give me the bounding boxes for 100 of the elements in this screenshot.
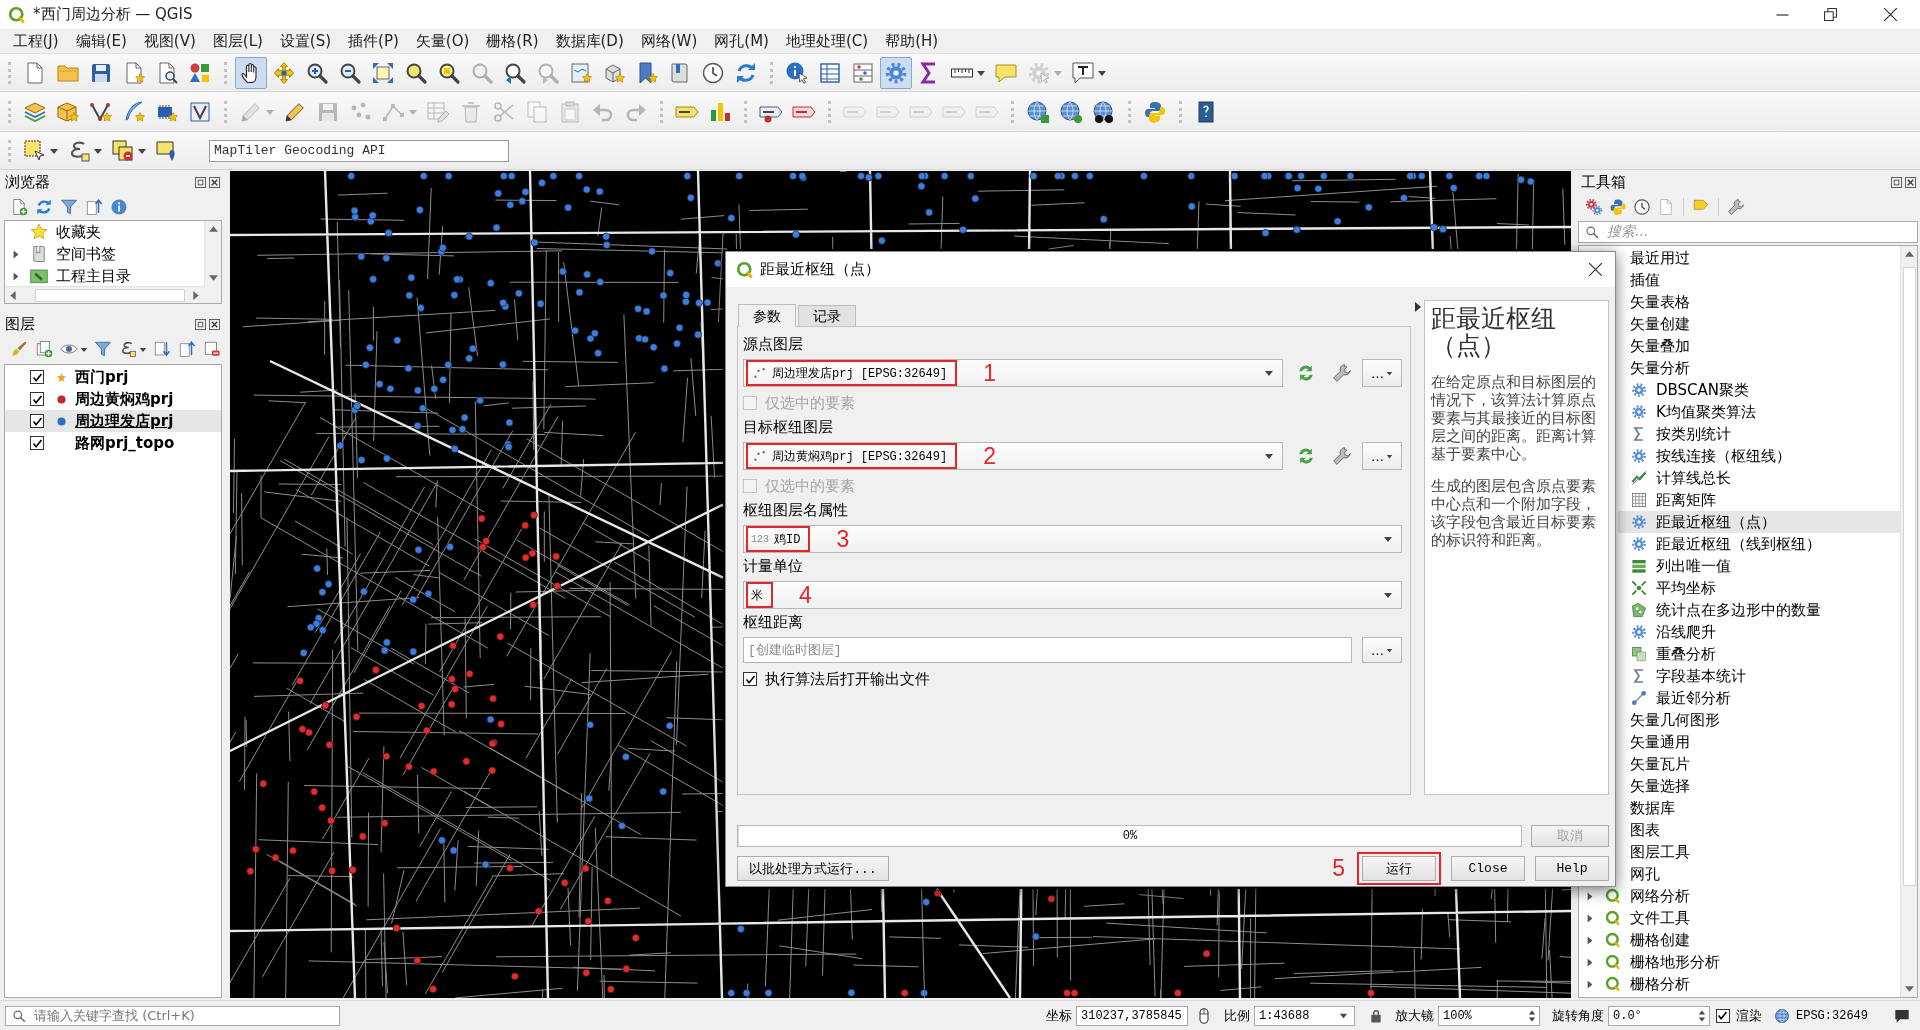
tree-item[interactable]: 栅格地形分析 bbox=[1579, 951, 1900, 973]
tree-item[interactable]: 计算线总长 bbox=[1618, 467, 1900, 489]
scroll-up-icon[interactable] bbox=[1904, 251, 1914, 257]
globe-icon[interactable] bbox=[1025, 99, 1050, 124]
render-checkbox[interactable] bbox=[1716, 1008, 1730, 1023]
tree-item[interactable]: 按类别统计 bbox=[1618, 423, 1900, 445]
menu-item[interactable]: 插件(P) bbox=[339, 31, 408, 51]
tree-item[interactable]: 矢量选择 bbox=[1618, 775, 1900, 797]
dialog-button[interactable]: Help bbox=[1535, 856, 1609, 881]
tree-item[interactable]: 文件工具 bbox=[1579, 907, 1900, 929]
crs-button[interactable]: EPSG:32649 bbox=[1774, 1007, 1868, 1024]
page-minus-icon[interactable] bbox=[202, 340, 221, 358]
refresh-icon[interactable] bbox=[34, 198, 53, 216]
menu-item[interactable]: 工程(J) bbox=[4, 31, 68, 51]
python-icon[interactable] bbox=[1609, 198, 1627, 216]
wrench-icon[interactable] bbox=[1332, 363, 1352, 383]
menu-item[interactable]: 编辑(E) bbox=[67, 31, 136, 51]
expand-arrows-icon[interactable] bbox=[370, 60, 395, 85]
undock-icon[interactable] bbox=[195, 318, 206, 330]
output-field[interactable]: [创建临时图层] bbox=[743, 637, 1352, 663]
page-up-arrow-icon[interactable] bbox=[84, 198, 103, 216]
filter-icon[interactable] bbox=[93, 340, 112, 358]
info-cursor-icon[interactable] bbox=[784, 60, 809, 85]
expand-arrow-icon[interactable] bbox=[12, 249, 20, 259]
layer-checkbox[interactable] bbox=[30, 414, 44, 428]
dropdown[interactable]: 123 鸡ID 3 bbox=[743, 525, 1402, 553]
more-button[interactable]: … bbox=[1362, 359, 1402, 387]
tree-item[interactable]: 数据库 bbox=[1618, 797, 1900, 819]
tree-item[interactable]: 平均坐标 bbox=[1618, 577, 1900, 599]
tree-item[interactable]: 插值 bbox=[1618, 269, 1900, 291]
more-button[interactable]: … bbox=[1362, 637, 1402, 663]
dropdown[interactable]: 米 4 bbox=[743, 581, 1402, 609]
clock-icon[interactable] bbox=[1633, 198, 1651, 216]
scroll-down-icon[interactable] bbox=[208, 275, 218, 281]
scrollbar-thumb[interactable] bbox=[35, 288, 185, 302]
tab[interactable]: 参数 bbox=[738, 304, 796, 327]
caret-icon[interactable] bbox=[1386, 646, 1393, 654]
close-icon[interactable] bbox=[209, 318, 220, 330]
expand-arrow-icon[interactable] bbox=[1586, 891, 1594, 901]
spin-arrows-icon[interactable] bbox=[1528, 1008, 1536, 1023]
python-icon[interactable] bbox=[1142, 99, 1167, 124]
deselect-icon[interactable] bbox=[110, 138, 135, 163]
expand-arrow-icon[interactable] bbox=[1586, 913, 1594, 923]
scroll-up-icon[interactable] bbox=[208, 226, 218, 232]
layer-item[interactable]: 路网prj_topo bbox=[5, 432, 221, 454]
tree-item[interactable]: 图表 bbox=[1618, 819, 1900, 841]
tree-item[interactable]: 距最近枢纽（线到枢纽） bbox=[1618, 533, 1900, 555]
tree-item[interactable]: K均值聚类算法 bbox=[1618, 401, 1900, 423]
page-up-arrow-icon[interactable] bbox=[177, 340, 196, 358]
add-group-icon[interactable] bbox=[34, 340, 53, 358]
wrench-icon[interactable] bbox=[1727, 198, 1745, 216]
tree-item[interactable]: 收藏夹 bbox=[5, 221, 204, 243]
tree-item[interactable]: 矢量表格 bbox=[1618, 291, 1900, 313]
tree-item[interactable]: 空间书签 bbox=[5, 243, 204, 265]
table-icon[interactable] bbox=[817, 60, 842, 85]
caret-icon[interactable] bbox=[1264, 368, 1274, 378]
scrollbar[interactable] bbox=[5, 286, 204, 303]
scrollbar-thumb[interactable] bbox=[1902, 267, 1916, 886]
caret-icon[interactable] bbox=[1386, 369, 1393, 377]
menu-item[interactable]: 地理处理(C) bbox=[777, 31, 877, 51]
tree-item[interactable]: 栅格分析 bbox=[1579, 973, 1900, 995]
caret-icon[interactable] bbox=[1264, 451, 1274, 461]
magnifier-spinbox[interactable]: 100% bbox=[1438, 1005, 1540, 1026]
tree-item[interactable]: 距离矩阵 bbox=[1618, 489, 1900, 511]
mouse-icon[interactable] bbox=[1196, 1006, 1212, 1025]
layer-item[interactable]: 周边黄焖鸡prj bbox=[5, 388, 221, 410]
close-icon[interactable] bbox=[209, 176, 220, 188]
text-bubble-icon[interactable] bbox=[1070, 60, 1095, 85]
globe-icon[interactable] bbox=[1058, 99, 1083, 124]
globe-binoculars-icon[interactable] bbox=[1091, 99, 1116, 124]
tree-item[interactable]: 按线连接（枢纽线） bbox=[1618, 445, 1900, 467]
four-arrows-icon[interactable] bbox=[271, 60, 296, 85]
layer-checkbox[interactable] bbox=[30, 392, 44, 406]
tree-item[interactable]: 矢量分析 bbox=[1618, 357, 1900, 379]
tab[interactable]: 记录 bbox=[798, 305, 856, 326]
caret-icon[interactable] bbox=[1386, 452, 1393, 460]
tree-item[interactable]: 沿线爬升 bbox=[1618, 621, 1900, 643]
scroll-left-icon[interactable] bbox=[10, 290, 16, 300]
tree-item[interactable]: 矢量叠加 bbox=[1618, 335, 1900, 357]
menu-item[interactable]: 视图(V) bbox=[135, 31, 205, 51]
layer-item[interactable]: 周边理发店prj bbox=[5, 410, 221, 432]
layer-checkbox[interactable] bbox=[30, 436, 44, 450]
dropdown[interactable]: 周边黄焖鸡prj [EPSG:32649] 2 bbox=[743, 442, 1283, 470]
tree-item[interactable]: 图层工具 bbox=[1618, 841, 1900, 863]
gears-icon[interactable] bbox=[1585, 198, 1603, 216]
clock-icon[interactable] bbox=[700, 60, 725, 85]
vertex-frame-icon[interactable] bbox=[187, 99, 212, 124]
tree-item[interactable]: 矢量创建 bbox=[1618, 313, 1900, 335]
tree-item[interactable]: 列出唯一值 bbox=[1618, 555, 1900, 577]
locator-field[interactable]: 请输入关键字查找 (Ctrl+K) bbox=[5, 1005, 340, 1026]
expand-arrow-icon[interactable] bbox=[1586, 979, 1594, 989]
scroll-right-icon[interactable] bbox=[193, 290, 199, 300]
tree-item[interactable]: 栅格创建 bbox=[1579, 929, 1900, 951]
dialog-button[interactable]: 运行 bbox=[1362, 856, 1436, 881]
tree-item[interactable]: 最近用过 bbox=[1618, 247, 1900, 269]
spin-arrows-icon[interactable] bbox=[1698, 1008, 1706, 1023]
tree-item[interactable]: 矢量通用 bbox=[1618, 731, 1900, 753]
dialog-button[interactable]: Close bbox=[1451, 856, 1525, 881]
menu-item[interactable]: 网孔(M) bbox=[705, 31, 778, 51]
layer-item[interactable]: 西门prj bbox=[5, 366, 221, 388]
